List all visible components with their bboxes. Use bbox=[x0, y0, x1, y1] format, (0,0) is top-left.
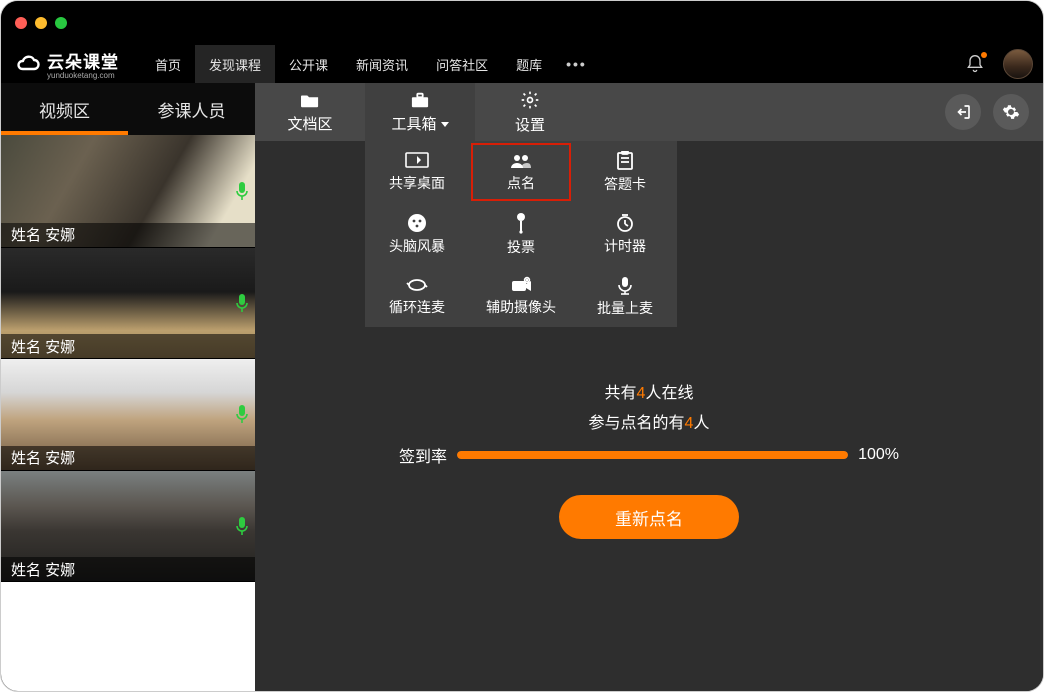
gear-button[interactable] bbox=[993, 94, 1029, 130]
toolbox-batch-mic[interactable]: 批量上麦 bbox=[573, 265, 677, 327]
restart-rollcall-button[interactable]: 重新点名 bbox=[559, 495, 739, 539]
toolbox-item-label: 批量上麦 bbox=[597, 298, 653, 318]
toolbox-item-label: 答题卡 bbox=[604, 174, 646, 194]
nav-items: 首页发现课程公开课新闻资讯问答社区题库 bbox=[141, 45, 556, 83]
logo-text: 云朵课堂 bbox=[47, 48, 119, 73]
minimize-window[interactable] bbox=[35, 17, 47, 29]
mic-icon[interactable] bbox=[235, 293, 249, 313]
toolbox-vote[interactable]: 投票 bbox=[469, 203, 573, 265]
roll-call-icon bbox=[509, 152, 533, 170]
maximize-window[interactable] bbox=[55, 17, 67, 29]
toolbox-roll-call[interactable]: 点名 bbox=[469, 141, 573, 203]
video-tile[interactable]: 姓名 安娜 bbox=[1, 135, 255, 247]
toolbar-right bbox=[945, 83, 1043, 141]
toolbox-item-label: 辅助摄像头 bbox=[486, 297, 556, 317]
toolbox-brainstorm[interactable]: 头脑风暴 bbox=[365, 203, 469, 265]
bell-icon[interactable] bbox=[965, 54, 985, 74]
toolbox-cycle-mic[interactable]: 循环连麦 bbox=[365, 265, 469, 327]
doc-area-button[interactable]: 文档区 bbox=[255, 83, 365, 141]
video-tile[interactable]: 姓名 安娜 bbox=[1, 358, 255, 470]
answer-card-icon bbox=[615, 151, 635, 171]
timer-icon bbox=[615, 213, 635, 233]
nav-more[interactable]: ••• bbox=[556, 56, 597, 72]
participant-name: 姓名 安娜 bbox=[1, 557, 255, 581]
avatar[interactable] bbox=[1003, 49, 1033, 79]
participant-name: 姓名 安娜 bbox=[1, 223, 255, 247]
settings-button[interactable]: 设置 bbox=[475, 83, 585, 141]
logo-text-block: 云朵课堂 yunduoketang.com bbox=[47, 48, 119, 80]
participant-name: 姓名 安娜 bbox=[1, 446, 255, 470]
nav-item-2[interactable]: 公开课 bbox=[275, 45, 342, 83]
progress-bar bbox=[457, 451, 848, 459]
toolbox-dropdown: 共享桌面 点名 答题卡头脑风暴 投票 计时器循环连麦 辅助摄像头 批量上麦 bbox=[365, 141, 677, 327]
toolbox-item-label: 点名 bbox=[507, 173, 535, 193]
top-right bbox=[965, 49, 1033, 79]
toolbox-item-label: 计时器 bbox=[604, 236, 646, 256]
settings-label: 设置 bbox=[515, 114, 545, 135]
exit-button[interactable] bbox=[945, 94, 981, 130]
mic-icon[interactable] bbox=[235, 404, 249, 424]
sidebar-tab-1[interactable]: 参课人员 bbox=[128, 83, 255, 135]
aux-camera-icon bbox=[510, 276, 532, 294]
mic-icon[interactable] bbox=[235, 516, 249, 536]
progress-fill bbox=[457, 451, 848, 459]
main-area: 文档区 工具箱 设置 bbox=[255, 83, 1043, 692]
nav-item-0[interactable]: 首页 bbox=[141, 45, 195, 83]
nav-item-1[interactable]: 发现课程 bbox=[195, 45, 275, 83]
toolbox-item-label: 循环连麦 bbox=[389, 297, 445, 317]
cloud-logo-icon bbox=[15, 53, 41, 75]
rollcall-stats: 共有4人在线 参与点名的有4人 签到率 100% 重新点名 bbox=[399, 379, 899, 539]
titlebar bbox=[1, 1, 1043, 45]
brainstorm-icon bbox=[407, 213, 427, 233]
toolbox-answer-card[interactable]: 答题卡 bbox=[573, 141, 677, 203]
notification-dot bbox=[981, 52, 987, 58]
video-tile[interactable] bbox=[1, 581, 255, 692]
doc-area-label: 文档区 bbox=[287, 113, 332, 134]
vote-icon bbox=[512, 212, 530, 234]
share-screen-icon bbox=[405, 152, 429, 170]
main-toolbar: 文档区 工具箱 设置 bbox=[255, 83, 1043, 141]
batch-mic-icon bbox=[616, 275, 634, 295]
video-tile[interactable]: 姓名 安娜 bbox=[1, 470, 255, 582]
top-nav: 云朵课堂 yunduoketang.com 首页发现课程公开课新闻资讯问答社区题… bbox=[1, 45, 1043, 83]
body: 视频区参课人员 姓名 安娜姓名 安娜姓名 安娜姓名 安娜 文档区 工具箱 设置 bbox=[1, 83, 1043, 692]
toolbox-item-label: 头脑风暴 bbox=[389, 236, 445, 256]
cycle-mic-icon bbox=[406, 276, 428, 294]
logo[interactable]: 云朵课堂 yunduoketang.com bbox=[15, 48, 119, 80]
online-line: 共有4人在线 bbox=[399, 379, 899, 403]
progress-row: 签到率 100% bbox=[399, 443, 899, 467]
chevron-down-icon bbox=[441, 122, 449, 127]
rate-pct: 100% bbox=[858, 446, 899, 464]
participant-name: 姓名 安娜 bbox=[1, 334, 255, 358]
video-tile[interactable]: 姓名 安娜 bbox=[1, 247, 255, 359]
sidebar-tabs: 视频区参课人员 bbox=[1, 83, 255, 135]
nav-item-5[interactable]: 题库 bbox=[502, 45, 556, 83]
mic-icon[interactable] bbox=[235, 181, 249, 201]
logo-subtext: yunduoketang.com bbox=[47, 71, 119, 80]
toolbox-item-label: 共享桌面 bbox=[389, 173, 445, 193]
participated-line: 参与点名的有4人 bbox=[399, 409, 899, 433]
app-window: 云朵课堂 yunduoketang.com 首页发现课程公开课新闻资讯问答社区题… bbox=[0, 0, 1044, 692]
rate-label: 签到率 bbox=[399, 443, 447, 467]
sidebar: 视频区参课人员 姓名 安娜姓名 安娜姓名 安娜姓名 安娜 bbox=[1, 83, 255, 692]
window-controls bbox=[15, 17, 67, 29]
nav-item-3[interactable]: 新闻资讯 bbox=[342, 45, 422, 83]
toolbox-timer[interactable]: 计时器 bbox=[573, 203, 677, 265]
toolbox-label: 工具箱 bbox=[391, 113, 448, 134]
toolbox-item-label: 投票 bbox=[507, 237, 535, 257]
video-list: 姓名 安娜姓名 安娜姓名 安娜姓名 安娜 bbox=[1, 135, 255, 692]
toolbox-button[interactable]: 工具箱 bbox=[365, 83, 475, 141]
close-window[interactable] bbox=[15, 17, 27, 29]
nav-item-4[interactable]: 问答社区 bbox=[422, 45, 502, 83]
sidebar-tab-0[interactable]: 视频区 bbox=[1, 83, 128, 135]
toolbox-share-screen[interactable]: 共享桌面 bbox=[365, 141, 469, 203]
toolbox-aux-camera[interactable]: 辅助摄像头 bbox=[469, 265, 573, 327]
